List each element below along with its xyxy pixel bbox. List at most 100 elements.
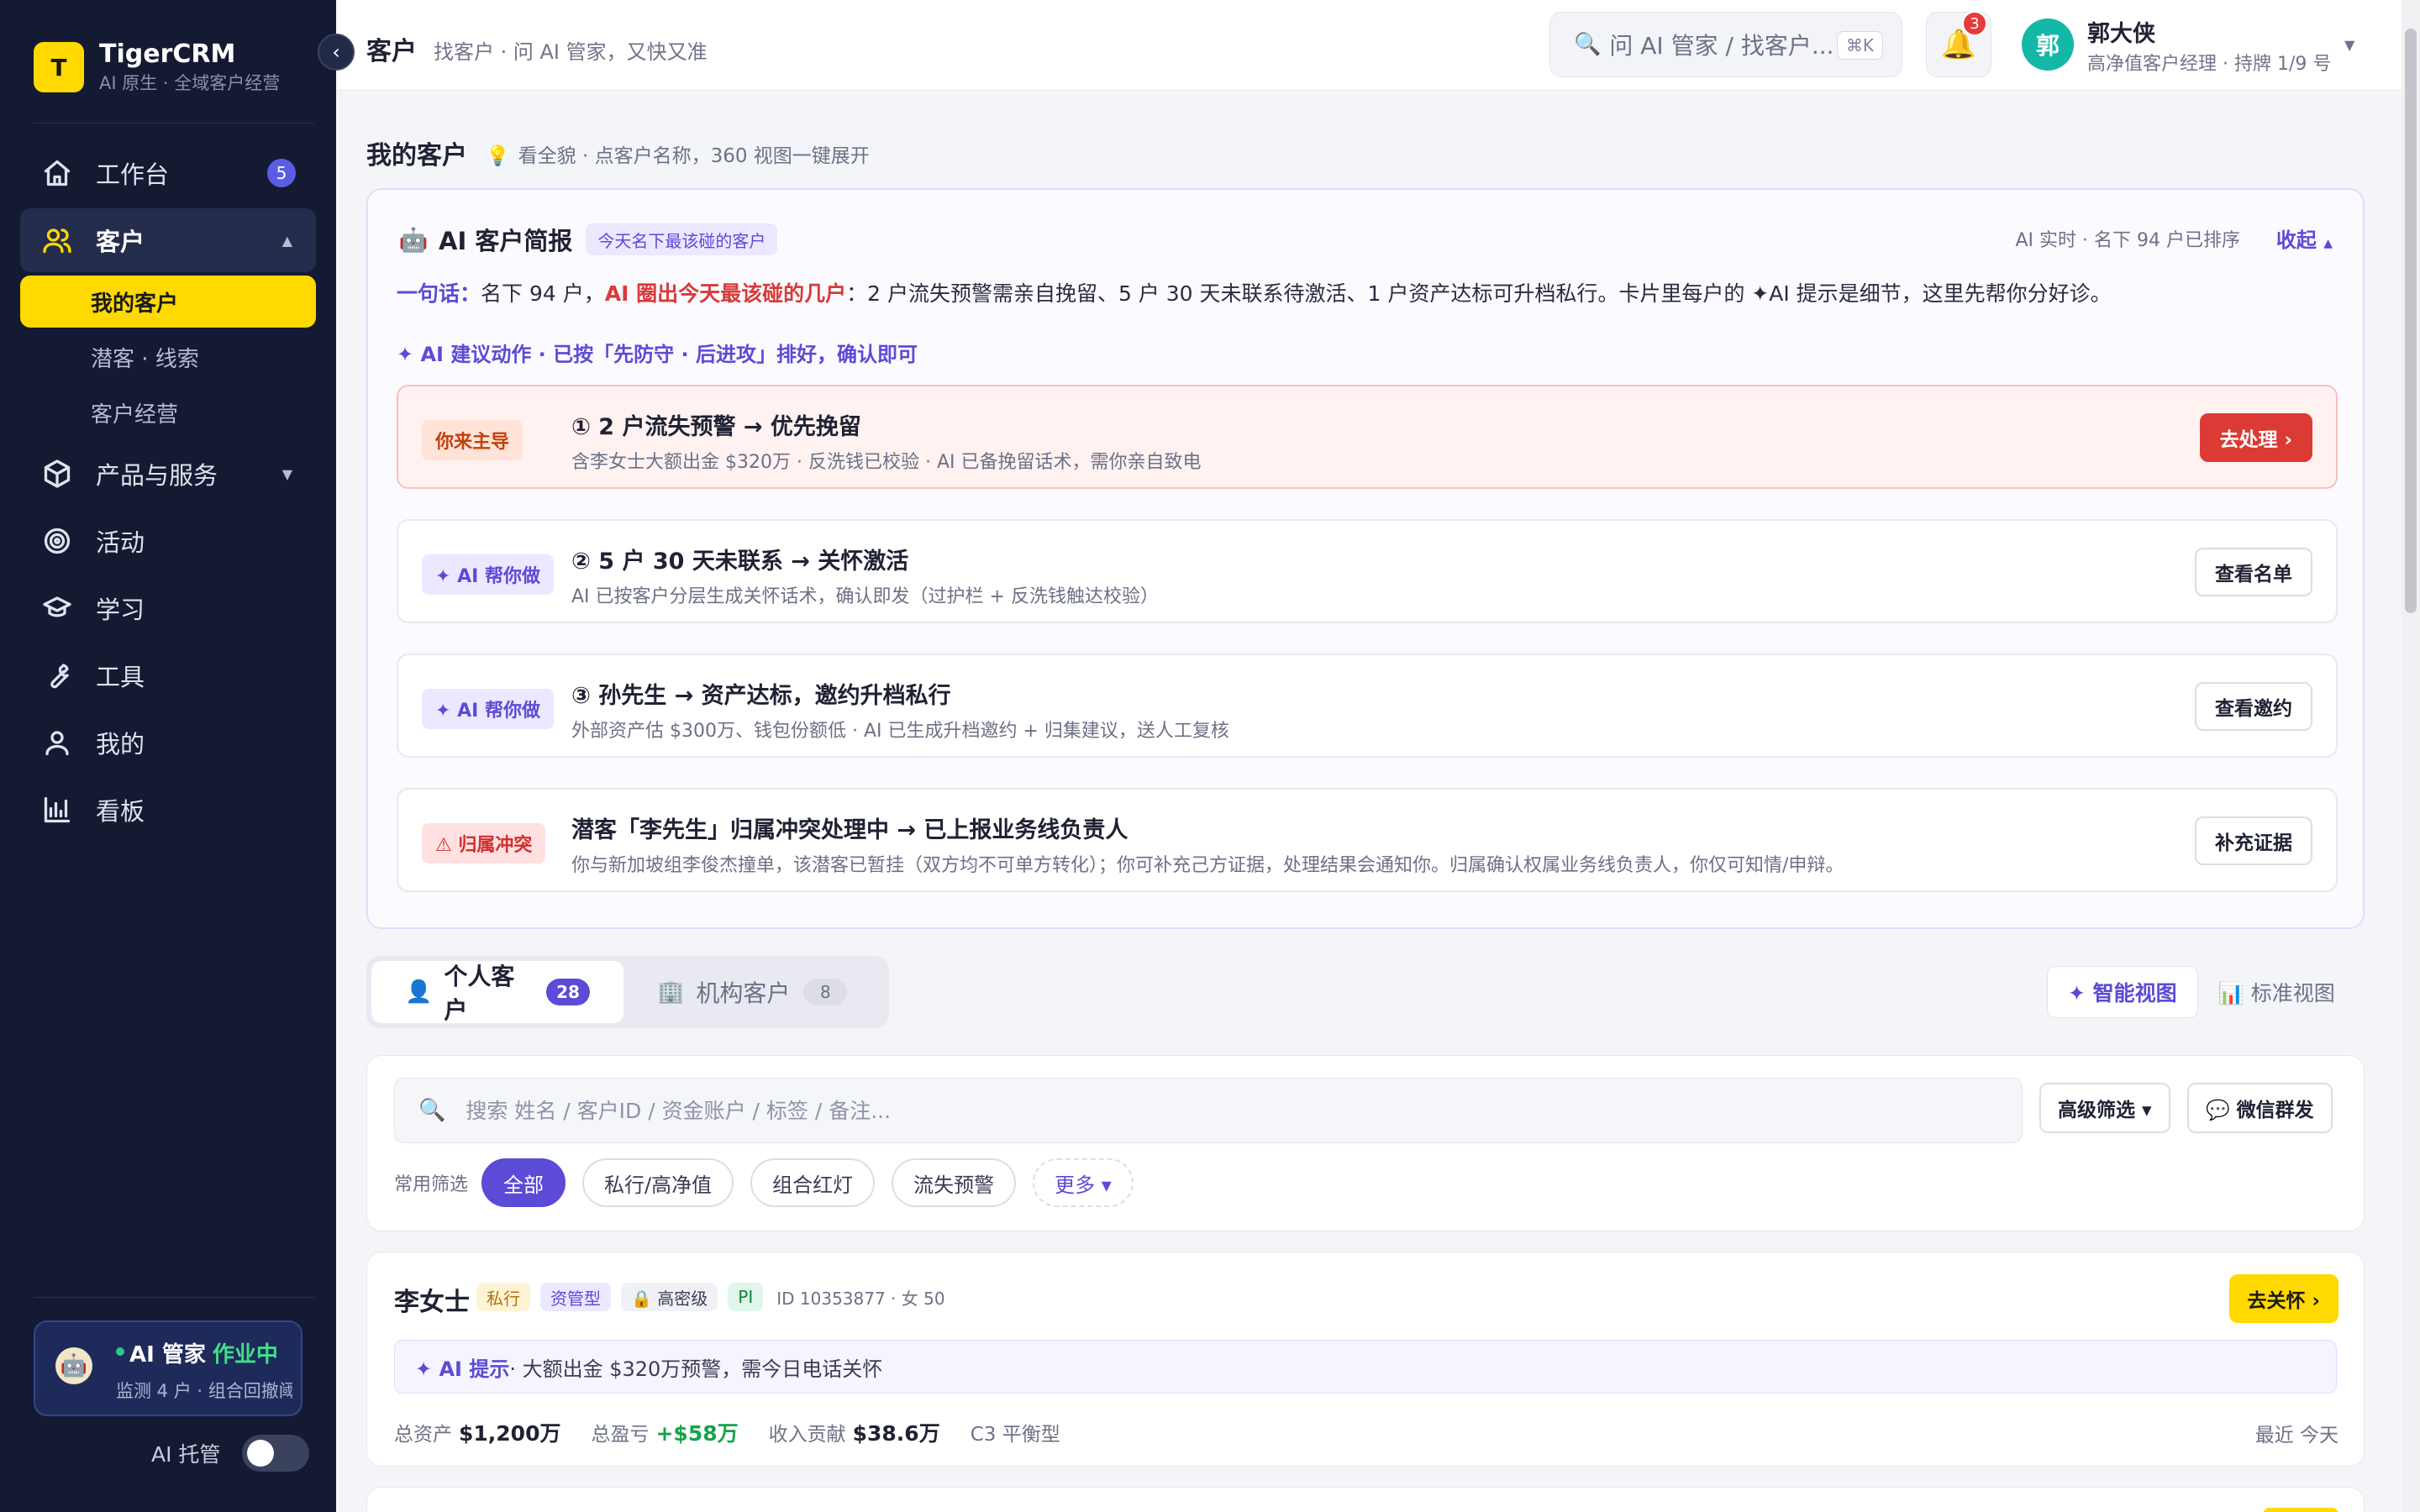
filter-chip-all[interactable]: 全部 bbox=[481, 1158, 566, 1207]
sidebar-item-learning[interactable]: 学习 bbox=[20, 576, 316, 640]
chevron-left-icon: ‹ bbox=[332, 40, 340, 64]
sidebar-collapse-button[interactable]: ‹ bbox=[318, 34, 355, 71]
person-icon: 👤 bbox=[405, 979, 433, 1005]
action-title: ① 2 户流失预警 → 优先挽留 bbox=[571, 414, 861, 440]
tab-label: 个人客户 bbox=[444, 963, 515, 1024]
total-assets: $1,200万 bbox=[459, 1421, 561, 1446]
tab-individual[interactable]: 👤 个人客户 28 bbox=[371, 961, 623, 1024]
sidebar-subitem-my-customers[interactable]: 我的客户 bbox=[20, 276, 316, 328]
go-handle-button[interactable]: 去处理 › bbox=[2199, 413, 2312, 462]
customer-stats: 总资产 $1,200万 总盈亏 +$58万 收入贡献 $38.6万 C3 平衡型 bbox=[394, 1417, 1060, 1447]
sidebar: T TigerCRM AI 原生 · 全域客户经营 工作台 5 客户 ▲ 我的客… bbox=[0, 0, 336, 1512]
action-card-upgrade[interactable]: ✦ AI 帮你做 ③ 孙先生 → 资产达标，邀约升档私行 外部资产估 $300万… bbox=[397, 654, 2338, 758]
action-desc: 你与新加坡组李俊杰撞单，该潜客已暂挂（双方均不可单方转化）；你可补充己方证据，处… bbox=[571, 855, 1844, 876]
app-name: TigerCRM bbox=[99, 39, 236, 69]
add-evidence-button[interactable]: 补充证据 bbox=[2195, 816, 2312, 865]
ai-search-box[interactable]: 🔍 问 AI 管家 / 找客户... ⌘K bbox=[1549, 12, 1902, 77]
customer-card[interactable]: 李女士 私行 资管型 🔒 高密级 PI ID 10353877 · 女 50 去… bbox=[366, 1252, 2365, 1467]
sidebar-subitem-leads[interactable]: 潜客 · 线索 bbox=[20, 331, 316, 383]
chevron-down-icon[interactable]: ▼ bbox=[2344, 37, 2354, 53]
ai-brief-title: AI 客户简报 bbox=[439, 227, 573, 255]
sidebar-item-products[interactable]: 产品与服务 ▼ bbox=[20, 442, 316, 506]
sidebar-item-customers[interactable]: 客户 ▲ bbox=[20, 208, 316, 272]
customer-name[interactable]: 李女士 bbox=[394, 1281, 470, 1318]
sidebar-item-dashboard[interactable]: 看板 bbox=[20, 778, 316, 842]
app-tagline: AI 原生 · 全域客户经营 bbox=[99, 73, 281, 93]
status-dot bbox=[116, 1347, 124, 1356]
action-card-churn[interactable]: 你来主导 ① 2 户流失预警 → 优先挽留 含李女士大额出金 $320万 · 反… bbox=[397, 385, 2338, 489]
user-name[interactable]: 郭大侠 bbox=[2087, 15, 2155, 48]
ai-hint: ✦ AI 提示 · 大额出金 $320万预警，需今日电话关怀 bbox=[394, 1340, 2337, 1394]
ai-hosting-label: AI 托管 bbox=[151, 1442, 221, 1467]
filter-chip-churn[interactable]: 流失预警 bbox=[892, 1158, 1017, 1207]
robot-icon: 🤖 bbox=[55, 1347, 92, 1384]
sidebar-item-label: 工作台 bbox=[96, 160, 170, 189]
sidebar-subitem-operations[interactable]: 客户经营 bbox=[20, 386, 316, 438]
action-chip: ✦ AI 帮你做 bbox=[422, 554, 554, 595]
next-card-button[interactable] bbox=[2263, 1508, 2338, 1512]
robot-icon: 🤖 bbox=[398, 225, 429, 254]
ai-butler-card[interactable]: 🤖 AI 管家作业中 监测 4 户 · 组合回撤阈值 bbox=[34, 1320, 302, 1416]
filter-chip-private-bank[interactable]: 私行/高净值 bbox=[582, 1158, 734, 1207]
go-care-button[interactable]: 去关怀 › bbox=[2228, 1274, 2338, 1323]
avatar[interactable]: 郭 bbox=[2022, 18, 2074, 71]
advanced-filter-button[interactable]: 高级筛选 ▾ bbox=[2039, 1083, 2170, 1133]
scrollbar-thumb[interactable] bbox=[2405, 29, 2417, 613]
scrollbar[interactable] bbox=[2402, 0, 2420, 1512]
user-icon bbox=[40, 726, 74, 759]
filter-chip-red-light[interactable]: 组合红灯 bbox=[750, 1158, 876, 1207]
action-title: 潜客「李先生」归属冲突处理中 → 已上报业务线负责人 bbox=[571, 817, 1128, 843]
home-icon bbox=[40, 156, 74, 190]
ai-brief-summary: 一句话：名下 94 户，AI 圈出今天最该碰的几户：2 户流失预警需亲自挽留、5… bbox=[397, 281, 2112, 306]
view-list-button[interactable]: 查看名单 bbox=[2195, 548, 2312, 596]
last-contact: 最近 今天 bbox=[2254, 1425, 2338, 1446]
view-invite-button[interactable]: 查看邀约 bbox=[2195, 682, 2312, 731]
ai-butler-desc: 监测 4 户 · 组合回撤阈值 bbox=[116, 1381, 292, 1401]
customer-id: ID 10353877 · 女 50 bbox=[776, 1288, 945, 1309]
standard-view-button[interactable]: 📊 标准视图 bbox=[2198, 966, 2355, 1018]
sidebar-item-label: 产品与服务 bbox=[96, 461, 218, 490]
user-role: 高净值客户经理 · 持牌 1/9 号 bbox=[2087, 54, 2332, 75]
sidebar-nav: 工作台 5 客户 ▲ 我的客户 潜客 · 线索 客户经营 产品与服务 ▼ 活动 … bbox=[20, 141, 316, 845]
workbench-badge: 5 bbox=[267, 159, 296, 187]
sidebar-item-label: 看板 bbox=[96, 797, 145, 826]
sidebar-item-label: 学习 bbox=[96, 596, 145, 624]
customer-search-input[interactable] bbox=[466, 1098, 1979, 1123]
building-icon: 🏢 bbox=[657, 979, 685, 1005]
view-switch: ✦ 智能视图 📊 标准视图 bbox=[2047, 964, 2365, 1020]
notification-button[interactable]: 🔔 3 bbox=[1926, 11, 1991, 77]
action-desc: 含李女士大额出金 $320万 · 反洗钱已校验 · AI 已备挽留话术，需你亲自… bbox=[571, 452, 1202, 473]
sidebar-item-activities[interactable]: 活动 bbox=[20, 509, 316, 573]
sidebar-item-workbench[interactable]: 工作台 5 bbox=[20, 141, 316, 205]
search-icon: 🔍 bbox=[1574, 32, 1602, 57]
action-card-conflict[interactable]: ⚠ 归属冲突 潜客「李先生」归属冲突处理中 → 已上报业务线负责人 你与新加坡组… bbox=[397, 788, 2338, 892]
tag-pi: PI bbox=[728, 1283, 764, 1311]
tab-label: 机构客户 bbox=[696, 979, 791, 1007]
risk-level: C3 平衡型 bbox=[970, 1424, 1060, 1446]
box-icon bbox=[40, 457, 74, 491]
collapse-button[interactable]: 收起 ▲ bbox=[2276, 223, 2333, 253]
action-title: ② 5 户 30 天未联系 → 关怀激活 bbox=[571, 549, 909, 575]
smart-view-button[interactable]: ✦ 智能视图 bbox=[2047, 966, 2198, 1018]
customer-search[interactable]: 🔍 bbox=[394, 1078, 2023, 1143]
chevron-down-icon: ▼ bbox=[281, 465, 292, 482]
sidebar-item-tools[interactable]: 工具 bbox=[20, 643, 316, 707]
toggle-knob bbox=[247, 1440, 275, 1467]
brand[interactable]: T TigerCRM AI 原生 · 全域客户经营 bbox=[34, 39, 280, 96]
action-title: ③ 孙先生 → 资产达标，邀约升档私行 bbox=[571, 683, 951, 709]
ai-hosting-toggle[interactable] bbox=[242, 1435, 310, 1472]
customer-card-next[interactable] bbox=[366, 1487, 2365, 1512]
sidebar-item-me[interactable]: 我的 bbox=[20, 711, 316, 774]
page-title: 客户 bbox=[366, 37, 417, 66]
lightbulb-icon: 💡 bbox=[486, 145, 510, 167]
wechat-broadcast-button[interactable]: 💬 微信群发 bbox=[2187, 1083, 2333, 1133]
tab-institution[interactable]: 🏢 机构客户 8 bbox=[623, 961, 881, 1023]
action-desc: AI 已按客户分层生成关怀话术，确认即发（过护栏 + 反洗钱触达校验） bbox=[571, 586, 1159, 607]
graduation-cap-icon bbox=[40, 591, 74, 625]
wrench-icon bbox=[40, 659, 74, 692]
tag-private-bank: 私行 bbox=[476, 1283, 530, 1311]
ai-brief-status: AI 实时 · 名下 94 户已排序 bbox=[2015, 230, 2241, 251]
action-chip: ✦ AI 帮你做 bbox=[422, 689, 554, 729]
action-card-reactivate[interactable]: ✦ AI 帮你做 ② 5 户 30 天未联系 → 关怀激活 AI 已按客户分层生… bbox=[397, 519, 2338, 623]
filter-chip-more[interactable]: 更多 ▾ bbox=[1033, 1158, 1134, 1207]
